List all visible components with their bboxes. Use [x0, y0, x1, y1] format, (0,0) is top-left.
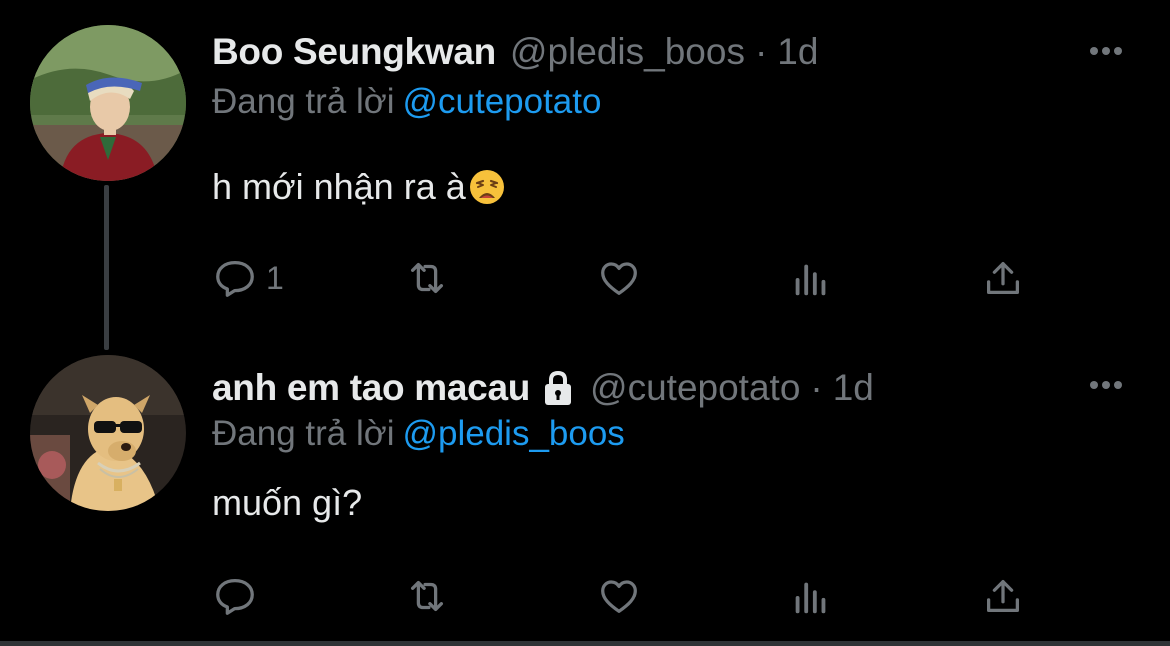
tweet-divider — [0, 641, 1170, 646]
like-button[interactable] — [596, 250, 642, 306]
replying-to: Đang trả lời @cutepotato — [212, 82, 601, 122]
retweet-icon — [410, 580, 444, 612]
avatar-photo-dog-with-sunglasses — [30, 355, 186, 511]
tweet-text-content: muốn gì? — [212, 482, 363, 523]
tweet-text: h mới nhận ra à — [212, 166, 506, 208]
tweet[interactable]: Boo Seungkwan @pledis_boos · 1d Đang trả… — [0, 0, 1170, 350]
more-button[interactable] — [1082, 36, 1130, 66]
weary-face-emoji — [468, 168, 506, 206]
display-name[interactable]: Boo Seungkwan — [212, 31, 496, 73]
retweet-button[interactable] — [404, 568, 450, 624]
replying-to-handle[interactable]: @cutepotato — [402, 82, 601, 121]
tweet[interactable]: anh em tao macau @cutepotato · 1d Đang t… — [0, 330, 1170, 642]
tweet-text-content: h mới nhận ra à — [212, 166, 466, 207]
timestamp[interactable]: 1d — [833, 367, 874, 409]
handle[interactable]: @cutepotato — [590, 367, 800, 409]
share-button[interactable] — [980, 568, 1026, 624]
more-horizontal-icon — [1090, 47, 1122, 55]
avatar[interactable] — [30, 355, 186, 511]
tweet-header: Boo Seungkwan @pledis_boos · 1d — [212, 28, 818, 76]
like-button[interactable] — [596, 568, 642, 624]
heart-icon — [601, 262, 637, 295]
tweet-actions — [0, 568, 1170, 624]
reply-button[interactable]: 1 — [212, 250, 284, 306]
lock-icon — [540, 369, 576, 407]
reply-icon — [216, 261, 254, 297]
more-horizontal-icon — [1090, 381, 1122, 389]
replying-to-handle[interactable]: @pledis_boos — [402, 414, 624, 453]
retweet-button[interactable] — [404, 250, 450, 306]
more-button[interactable] — [1082, 370, 1130, 400]
replying-to-label: Đang trả lời — [212, 82, 395, 121]
replying-to-label: Đang trả lời — [212, 414, 395, 453]
avatar[interactable] — [30, 25, 186, 181]
share-button[interactable] — [980, 250, 1026, 306]
heart-icon — [601, 580, 637, 613]
retweet-icon — [410, 262, 444, 294]
reply-count: 1 — [266, 259, 284, 296]
display-name[interactable]: anh em tao macau — [212, 367, 530, 409]
reply-button[interactable] — [212, 568, 266, 624]
separator-dot: · — [754, 31, 768, 72]
tweet-actions: 1 — [0, 250, 1170, 306]
handle[interactable]: @pledis_boos — [510, 31, 745, 73]
views-button[interactable] — [788, 568, 834, 624]
avatar-photo-man-with-visor — [30, 25, 186, 181]
share-icon — [986, 579, 1020, 613]
tweet-header: anh em tao macau @cutepotato · 1d — [212, 364, 874, 412]
replying-to: Đang trả lời @pledis_boos — [212, 414, 625, 454]
reply-icon — [216, 579, 254, 615]
share-icon — [986, 261, 1020, 295]
tweet-text: muốn gì? — [212, 482, 362, 524]
views-chart-icon — [795, 264, 826, 296]
timestamp[interactable]: 1d — [777, 31, 818, 73]
separator-dot: · — [810, 367, 823, 408]
views-button[interactable] — [788, 250, 834, 306]
views-chart-icon — [795, 582, 826, 614]
